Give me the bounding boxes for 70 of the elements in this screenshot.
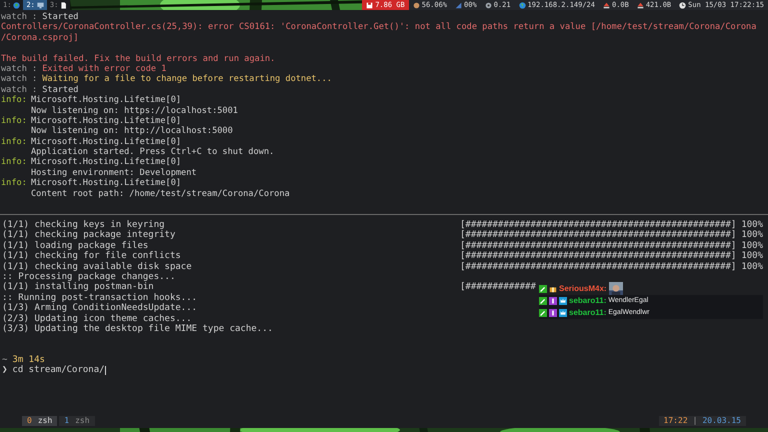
- chat-username: sebaro11:: [569, 295, 606, 307]
- output-line: (3/3) Updating the desktop file MIME type cache...: [2, 324, 273, 334]
- progress-text: [#################################################]: [460, 230, 736, 241]
- log-prefix: info:: [1, 116, 28, 126]
- tmux-window-tab[interactable]: 0 zsh: [22, 416, 58, 426]
- chat-username: SeriousM4x:: [559, 283, 607, 295]
- progress-text: [#################################################]: [460, 240, 736, 251]
- output-line: (1/1) loading package files: [2, 240, 150, 251]
- output-line: (1/1) installing postman-bin: [2, 282, 155, 293]
- window-index: 1: [64, 416, 70, 426]
- log-line: Application started. Press Ctrl+C to shut down.: [30, 147, 274, 158]
- globe-icon: [13, 2, 20, 8]
- log-line: Exited with error code 1: [42, 64, 166, 74]
- window-name: zsh: [38, 416, 52, 426]
- duration-text: 3m 14s: [12, 355, 45, 366]
- log-prefix: watch :: [1, 12, 38, 22]
- monitor-icon: [36, 2, 44, 8]
- window-index: 0: [27, 416, 32, 426]
- log-line: Waiting for a file to change before restarting dotnet...: [42, 74, 332, 85]
- log-line: Now listening on: http://localhost:5000: [30, 126, 233, 137]
- status-time: 17:22: [664, 416, 688, 426]
- output-line: (1/3) Arming ConditionNeedsUpdate...: [2, 303, 198, 314]
- chat-username: sebaro11:: [569, 307, 606, 319]
- error-line: The build failed. Fix the build errors and run again.: [1, 54, 276, 64]
- progress-text: [#################################################]: [460, 262, 736, 272]
- error-line: Controllers/CoronaController.cs(25,39): error CS0161: 'CoronaController.Get()': not all code paths return a value [/home/test/stream/Corona/Corona: [1, 22, 756, 33]
- output-line: (2/3) Updating icon theme caches...: [2, 314, 192, 324]
- percent-text: 100%: [741, 240, 764, 251]
- gauge-icon: [484, 2, 492, 8]
- log-prefix: watch :: [1, 64, 38, 74]
- log-prefix: info:: [1, 178, 28, 189]
- log-line: Content root path: /home/test/stream/Corona/Corona: [30, 188, 290, 200]
- percent-text: 100%: [741, 230, 764, 241]
- output-line: (1/1) checking for file conflicts: [2, 251, 182, 262]
- output-line: :: Processing package changes...: [2, 272, 176, 282]
- progress-text: [#################################################]: [460, 220, 736, 230]
- percent-text: 100%: [741, 251, 764, 262]
- prompt-symbol: ~: [2, 355, 8, 366]
- log-line: Now listening on: https://localhost:5001: [30, 106, 238, 116]
- clock-icon: [679, 2, 686, 8]
- output-line: (1/1) checking keys in keyring: [2, 220, 166, 230]
- tmux-window-tab[interactable]: 1 zsh: [59, 416, 95, 426]
- separator: |: [692, 416, 698, 426]
- output-line: :: Running post-transaction hooks...: [2, 292, 198, 303]
- log-line: Microsoft.Hosting.Lifetime[0]: [31, 116, 182, 126]
- log-line: Microsoft.Hosting.Lifetime[0]: [31, 95, 182, 106]
- log-prefix: watch :: [1, 74, 38, 85]
- error-line: /Corona.csproj]: [1, 32, 79, 44]
- log-prefix: info:: [1, 95, 28, 106]
- log-line: Microsoft.Hosting.Lifetime[0]: [31, 157, 182, 168]
- prompt-symbol: ❯: [2, 365, 8, 376]
- text-cursor: [104, 366, 106, 376]
- progress-text: [#############: [460, 282, 536, 293]
- command-input[interactable]: cd stream/Corona/: [12, 365, 105, 376]
- log-prefix: info:: [1, 136, 28, 148]
- log-line: Started: [42, 84, 78, 96]
- log-line: Started: [42, 12, 78, 22]
- log-line: Hosting environment: Development: [30, 168, 197, 178]
- percent-text: 100%: [741, 262, 764, 272]
- window-name: zsh: [75, 416, 90, 426]
- log-prefix: info:: [1, 157, 28, 168]
- log-line: Microsoft.Hosting.Lifetime[0]: [31, 178, 182, 189]
- output-line: (1/1) checking available disk space: [2, 262, 193, 272]
- status-date: 20.03.15: [702, 416, 741, 426]
- percent-text: 100%: [741, 220, 764, 230]
- globe-icon: [518, 2, 526, 8]
- log-line: Microsoft.Hosting.Lifetime[0]: [31, 136, 182, 147]
- log-prefix: watch :: [1, 84, 38, 96]
- output-line: (1/1) checking package integrity: [2, 230, 176, 241]
- progress-text: [#################################################]: [460, 251, 736, 262]
